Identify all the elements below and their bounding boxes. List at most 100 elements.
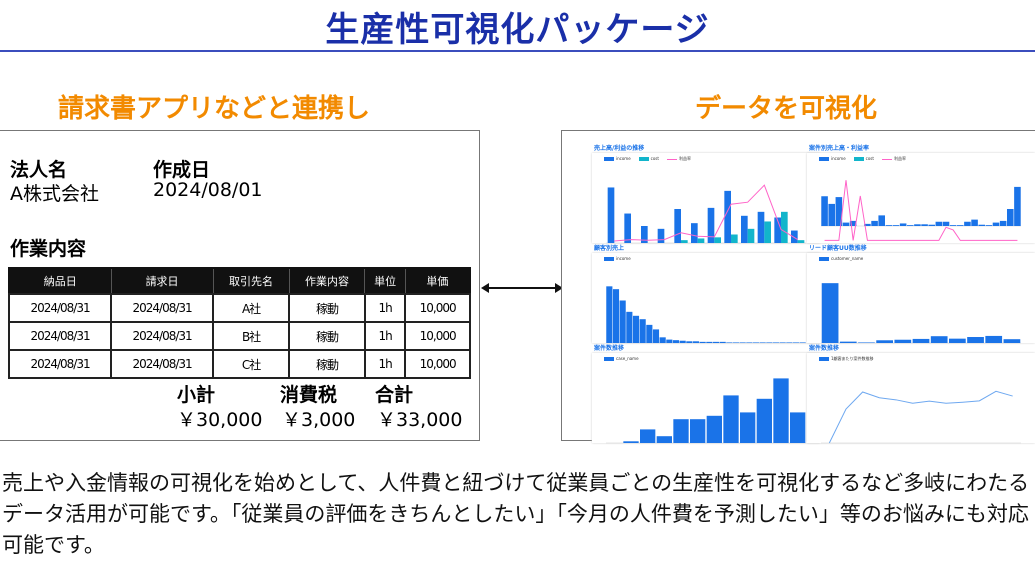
column-header: 単価 bbox=[404, 267, 471, 295]
bar bbox=[707, 207, 715, 243]
bar bbox=[821, 196, 828, 226]
legend-item: 1顧客あたり案件数推移 bbox=[819, 356, 874, 362]
date-label: 作成日 bbox=[153, 159, 211, 181]
bar bbox=[741, 215, 748, 243]
column-header: 作業内容 bbox=[288, 267, 366, 295]
legend-item: cost bbox=[853, 156, 874, 162]
table-cell: 稼動 bbox=[288, 349, 366, 379]
bar bbox=[723, 395, 739, 443]
title-divider bbox=[0, 50, 1035, 52]
double-arrow-icon bbox=[481, 283, 563, 293]
bar bbox=[656, 436, 672, 443]
bar bbox=[885, 225, 893, 226]
bar bbox=[978, 224, 985, 226]
table-cell: 2024/08/31 bbox=[110, 349, 215, 379]
bar bbox=[964, 221, 971, 226]
bar bbox=[639, 319, 646, 343]
chart-svg bbox=[606, 184, 806, 244]
legend-item: income bbox=[604, 156, 631, 162]
column-header: 納品日 bbox=[8, 267, 112, 295]
bar bbox=[828, 203, 835, 226]
panel-box: 1顧客あたり案件数推移 bbox=[807, 353, 1035, 444]
page-title: 生産性可視化パッケージ bbox=[325, 10, 710, 50]
series-line bbox=[824, 180, 1018, 241]
bar bbox=[1007, 209, 1014, 226]
table-cell: 10,000 bbox=[404, 293, 471, 323]
panel-title: 案件数推移 bbox=[594, 345, 625, 352]
bar bbox=[999, 220, 1007, 226]
table-cell: 稼動 bbox=[288, 293, 366, 323]
chart-svg bbox=[821, 283, 1021, 344]
bar bbox=[1014, 186, 1021, 226]
bar bbox=[619, 300, 626, 343]
table-cell: 2024/08/31 bbox=[7, 293, 113, 323]
subtotal-value: ￥30,000 bbox=[177, 409, 263, 431]
legend-item: income bbox=[604, 256, 631, 261]
table-cell: 稼動 bbox=[288, 321, 366, 351]
bar bbox=[731, 234, 738, 243]
corp-label: 法人名 bbox=[10, 159, 68, 181]
table-cell: 10,000 bbox=[404, 321, 471, 351]
table-row: 2024/08/31 2024/08/31 A社 稼動 1h 10,000 bbox=[7, 293, 471, 323]
panel-box: income bbox=[592, 253, 820, 344]
total-value: ￥33,000 bbox=[377, 409, 463, 431]
chart-svg bbox=[606, 286, 806, 344]
bar bbox=[691, 223, 698, 243]
invoice-card: 法人名 A株式会社 作成日 2024/08/01 作業内容 納品日 請求日 取引先名… bbox=[0, 130, 480, 441]
invoice-table: 納品日 請求日 取引先名 作業内容 単位 単価 2024/08/31 2024/08/31 A… bbox=[7, 267, 471, 379]
legend-item: 利益率 bbox=[666, 156, 691, 162]
bar bbox=[740, 412, 756, 443]
table-cell: A社 bbox=[212, 293, 291, 323]
chart-legend: customer_name bbox=[819, 256, 863, 261]
bar bbox=[632, 315, 640, 343]
legend-item: customer_name bbox=[819, 256, 863, 261]
table-cell: C社 bbox=[212, 349, 291, 379]
chart-svg bbox=[821, 180, 1021, 241]
tax-value: ￥3,000 bbox=[282, 409, 356, 431]
column-header: 単位 bbox=[364, 267, 406, 295]
dashboard-panel: 売上高/利益の推移 income cost 利益率 bbox=[592, 143, 820, 244]
panel-box: income cost 利益率 bbox=[592, 153, 820, 244]
bar bbox=[892, 225, 900, 226]
bar bbox=[626, 311, 633, 343]
legend-item: income bbox=[819, 156, 846, 162]
bar bbox=[657, 228, 665, 243]
table-cell: 2024/08/31 bbox=[7, 321, 113, 351]
table-cell: 10,000 bbox=[404, 349, 471, 379]
bar bbox=[607, 187, 615, 243]
chart-svg bbox=[821, 390, 1021, 444]
bar bbox=[930, 336, 948, 343]
bar bbox=[985, 335, 1003, 343]
corp-value: A株式会社 bbox=[10, 183, 99, 205]
bar bbox=[773, 378, 789, 443]
bar bbox=[971, 219, 978, 226]
legend-item: case_name bbox=[604, 356, 639, 361]
tax-label: 消費税 bbox=[280, 384, 338, 406]
total-label: 合計 bbox=[375, 384, 414, 406]
table-row: 2024/08/31 2024/08/31 C社 稼動 1h 10,000 bbox=[7, 349, 471, 379]
bar bbox=[724, 190, 731, 243]
legend-item: 利益率 bbox=[881, 156, 906, 162]
table-cell: 1h bbox=[363, 349, 407, 379]
column-header: 請求日 bbox=[110, 267, 214, 295]
bar bbox=[690, 419, 706, 443]
bar bbox=[791, 230, 798, 243]
bar bbox=[842, 222, 850, 226]
panel-title: 顧客別売上 bbox=[594, 245, 625, 252]
bar bbox=[674, 209, 681, 243]
dashboard-panel: 案件別売上高・利益率 income cost 利益率 bbox=[807, 143, 1035, 243]
table-row: 2024/08/31 2024/08/31 B社 稼動 1h 10,000 bbox=[7, 321, 471, 351]
bar bbox=[790, 412, 806, 443]
panel-title: 案件別売上高・利益率 bbox=[809, 145, 870, 152]
chart-legend: income bbox=[604, 256, 631, 261]
bar bbox=[706, 415, 722, 443]
chart-legend: case_name bbox=[604, 356, 639, 361]
right-heading: データを可視化 bbox=[695, 94, 878, 124]
panel-box: income cost 利益率 bbox=[807, 153, 1035, 243]
panel-title: 案件数推移 bbox=[809, 345, 840, 352]
bar bbox=[949, 225, 957, 226]
bar bbox=[756, 398, 772, 443]
chart-svg bbox=[606, 378, 806, 444]
bar bbox=[985, 225, 993, 226]
left-heading: 請求書アプリなどと連携し bbox=[58, 94, 371, 124]
